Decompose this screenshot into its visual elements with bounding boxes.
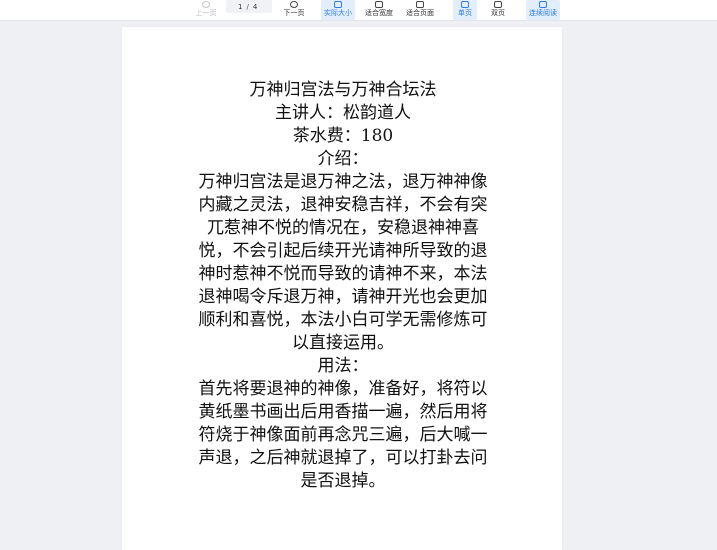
continuous-reading-button[interactable]: 连续阅读 <box>526 0 560 20</box>
double-page-icon <box>494 1 502 8</box>
intro-paragraph: 万神归宫法是退万神之法，退万神神像内藏之灵法，退神安稳吉祥，不会有突兀惹神不悦的… <box>198 172 488 353</box>
arrow-up-icon <box>202 1 210 8</box>
single-page-button[interactable]: 单页 <box>453 0 477 20</box>
double-page-button[interactable]: 双页 <box>486 0 510 20</box>
single-page-icon <box>461 1 469 8</box>
page-separator: / <box>246 2 249 11</box>
document-title: 万神归宫法与万神合坛法 <box>249 80 437 100</box>
fee-line: 茶水费：180 <box>292 126 394 146</box>
usage-heading: 用法： <box>317 356 369 376</box>
fit-width-icon <box>375 1 383 8</box>
viewer-toolbar: 上一页 1 / 4 下一页 实际大小 适合宽度 适合页面 单页 双页 连续阅读 <box>0 0 717 21</box>
actual-size-icon <box>334 1 342 8</box>
total-pages: 4 <box>252 2 258 11</box>
current-page: 1 <box>238 2 243 11</box>
arrow-down-icon <box>290 1 298 8</box>
continuous-reading-icon <box>539 1 547 8</box>
actual-size-button[interactable]: 实际大小 <box>321 0 355 20</box>
intro-heading: 介绍： <box>317 149 369 169</box>
page-number-input[interactable]: 1 / 4 <box>226 0 272 13</box>
usage-paragraph: 首先将要退神的神像，准备好，将符以黄纸墨书画出后用香描一遍，然后用将符烧于神像面… <box>198 379 488 491</box>
document-page: 万神归宫法与万神合坛法 主讲人：松韵道人 茶水费：180 介绍： 万神归宫法是退… <box>122 27 562 550</box>
document-text: 万神归宫法与万神合坛法 主讲人：松韵道人 茶水费：180 介绍： 万神归宫法是退… <box>192 79 494 493</box>
next-page-button[interactable]: 下一页 <box>280 0 308 20</box>
fit-page-button[interactable]: 适合页面 <box>403 0 437 20</box>
fit-page-icon <box>416 1 424 8</box>
prev-page-button[interactable]: 上一页 <box>192 0 220 20</box>
fit-width-button[interactable]: 适合宽度 <box>362 0 396 20</box>
speaker-line: 主讲人：松韵道人 <box>275 103 411 123</box>
